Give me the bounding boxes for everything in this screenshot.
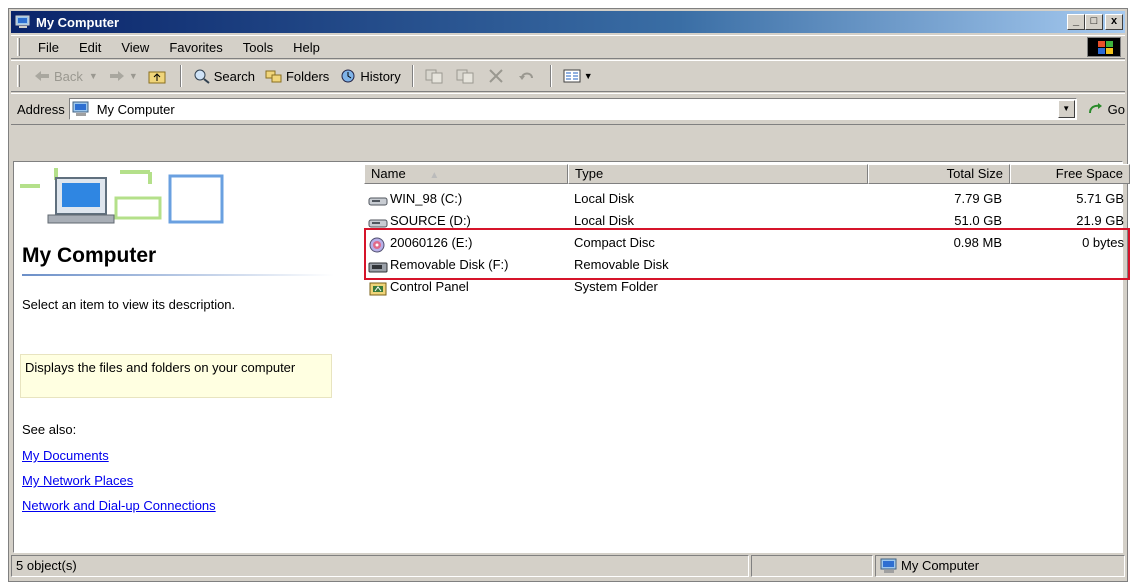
link-my-documents[interactable]: My Documents: [22, 448, 109, 463]
menu-bar: File Edit View Favorites Tools Help: [11, 35, 1125, 59]
history-label: History: [360, 68, 401, 84]
pane-title: My Computer: [22, 244, 157, 267]
back-dropdown-icon: ▼: [88, 71, 98, 81]
address-dropdown-button[interactable]: ▼: [1057, 100, 1075, 118]
file-list: Name ▲ Type Total Size Free Space WIN_98…: [350, 162, 1130, 552]
minimize-button[interactable]: _: [1067, 14, 1085, 30]
undo-button[interactable]: [513, 64, 544, 88]
forward-dropdown-icon: ▼: [128, 71, 138, 81]
back-arrow-icon: [33, 68, 51, 84]
folders-label: Folders: [285, 68, 330, 84]
address-label: Address: [17, 101, 65, 117]
standard-toolbar: Back ▼ ▼ Search Folders History ▼: [11, 60, 1125, 92]
pane-divider: [22, 274, 334, 276]
copy-to-icon: [456, 68, 474, 84]
menu-view[interactable]: View: [111, 40, 159, 55]
history-icon: [339, 68, 357, 84]
move-to-icon: [425, 68, 443, 84]
close-button[interactable]: x: [1105, 14, 1123, 30]
my-computer-icon: [15, 15, 31, 29]
item-name: Control Panel: [390, 279, 469, 294]
address-value: My Computer: [96, 101, 175, 117]
address-bar: Address My Computer ▼ Go: [11, 93, 1125, 125]
column-header-type[interactable]: Type: [568, 164, 868, 184]
views-dropdown-icon: ▼: [583, 71, 593, 81]
column-header-name[interactable]: Name ▲: [364, 164, 568, 184]
column-header-free-space[interactable]: Free Space: [1010, 164, 1130, 184]
forward-button[interactable]: ▼: [103, 64, 143, 88]
go-label: Go: [1107, 101, 1125, 117]
menu-file[interactable]: File: [28, 40, 69, 55]
status-zone-label: My Computer: [901, 558, 980, 573]
windows-logo-icon: [1087, 37, 1121, 57]
hard-drive-icon: [368, 193, 388, 207]
maximize-button[interactable]: □: [1085, 14, 1103, 30]
status-object-count: 5 object(s): [11, 555, 749, 577]
title-bar[interactable]: My Computer _ □ x: [11, 11, 1125, 33]
folders-icon: [265, 68, 283, 84]
pane-tooltip: Displays the files and folders on your c…: [20, 354, 332, 398]
my-computer-icon: [880, 558, 898, 574]
delete-button[interactable]: [482, 64, 513, 88]
search-label: Search: [213, 68, 255, 84]
link-my-network-places[interactable]: My Network Places: [22, 473, 133, 488]
folders-button[interactable]: Folders: [260, 64, 334, 88]
menu-edit[interactable]: Edit: [69, 40, 111, 55]
menu-help[interactable]: Help: [283, 40, 330, 55]
status-empty-pane: [751, 555, 873, 577]
back-label: Back: [54, 68, 83, 84]
up-folder-icon: [148, 68, 166, 84]
info-pane: My Computer Select an item to view its d…: [14, 162, 340, 552]
item-free-space: 5.71 GB: [1076, 191, 1124, 206]
item-total-size: 7.79 GB: [954, 191, 1002, 206]
views-button[interactable]: ▼: [558, 64, 598, 88]
up-folder-button[interactable]: [143, 64, 174, 88]
item-name: WIN_98 (C:): [390, 191, 463, 206]
address-input[interactable]: My Computer ▼: [68, 98, 1077, 120]
menubar-grip[interactable]: [17, 38, 20, 56]
forward-arrow-icon: [108, 68, 126, 84]
list-item[interactable]: WIN_98 (C:) Local Disk 7.79 GB 5.71 GB: [350, 188, 1124, 210]
go-button[interactable]: Go: [1087, 101, 1125, 117]
control-panel-icon: [368, 281, 388, 296]
hard-drive-icon: [368, 215, 388, 229]
sort-ascending-icon: ▲: [429, 170, 440, 181]
copy-to-button[interactable]: [451, 64, 482, 88]
link-network-dialup[interactable]: Network and Dial-up Connections: [22, 498, 216, 513]
delete-icon: [487, 68, 505, 84]
toolbar-separator: [549, 65, 552, 87]
views-icon: [563, 68, 581, 84]
back-button[interactable]: Back ▼: [28, 64, 103, 88]
undo-icon: [518, 68, 536, 84]
go-arrow-icon: [1087, 101, 1105, 117]
menu-tools[interactable]: Tools: [233, 40, 283, 55]
my-computer-large-icon: [20, 168, 230, 226]
item-type: Local Disk: [574, 191, 634, 206]
pane-description: Select an item to view its description.: [22, 297, 236, 312]
status-bar: 5 object(s) My Computer: [11, 555, 1125, 579]
window-title: My Computer: [36, 14, 120, 30]
history-button[interactable]: History: [334, 64, 405, 88]
status-zone: My Computer: [875, 555, 1125, 577]
search-icon: [193, 68, 211, 84]
content-area: My Computer Select an item to view its d…: [13, 161, 1130, 553]
menu-favorites[interactable]: Favorites: [159, 40, 232, 55]
search-button[interactable]: Search: [188, 64, 260, 88]
my-computer-icon: [72, 101, 90, 117]
highlight-annotation-box: [364, 228, 1130, 280]
toolbar-grip[interactable]: [17, 65, 20, 87]
see-also-label: See also:: [22, 422, 77, 437]
item-name: SOURCE (D:): [390, 213, 471, 228]
explorer-window: My Computer _ □ x File Edit View Favorit…: [8, 8, 1130, 582]
move-to-button[interactable]: [420, 64, 451, 88]
toolbar-separator: [411, 65, 414, 87]
toolbar-separator: [179, 65, 182, 87]
column-header-total-size[interactable]: Total Size: [868, 164, 1010, 184]
